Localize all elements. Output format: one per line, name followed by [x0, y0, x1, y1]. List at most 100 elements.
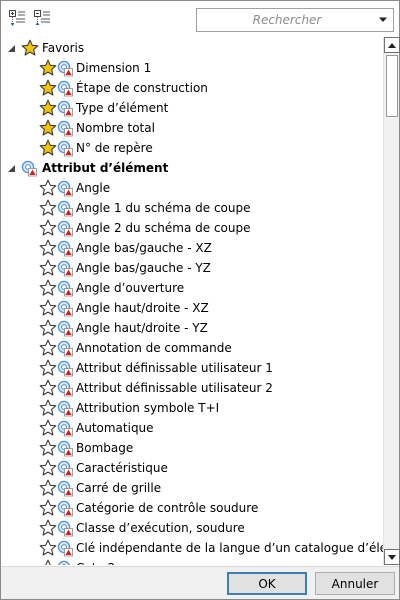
tree-item[interactable]: Angle bas/gauche - YZ	[1, 258, 383, 278]
toolbar	[1, 1, 399, 36]
star-outline-icon[interactable]	[39, 259, 57, 277]
attribute-icon	[57, 400, 74, 417]
tree-group[interactable]: Attribut d’élément	[1, 158, 383, 178]
tree-item[interactable]: Catégorie de contrôle soudure	[1, 498, 383, 518]
attribute-icon	[57, 120, 74, 137]
tree-item-label: Angle 1 du schéma de coupe	[76, 201, 251, 215]
tree-group-label: Attribut d’élément	[42, 161, 169, 175]
star-outline-icon[interactable]	[39, 339, 57, 357]
star-filled-icon[interactable]	[39, 79, 57, 97]
tree-item[interactable]: Attribut définissable utilisateur 2	[1, 378, 383, 398]
tree-item-label: Angle haut/droite - XZ	[76, 301, 209, 315]
attribute-icon	[57, 280, 74, 297]
attribute-icon	[57, 60, 74, 77]
attribute-icon	[57, 440, 74, 457]
tree-item[interactable]: Annotation de commande	[1, 338, 383, 358]
tree-item[interactable]: Caractéristique	[1, 458, 383, 478]
star-outline-icon[interactable]	[39, 559, 57, 565]
scroll-up-icon	[388, 42, 396, 48]
tree-item[interactable]: Angle bas/gauche - XZ	[1, 238, 383, 258]
scroll-thumb[interactable]	[386, 55, 398, 117]
star-outline-icon[interactable]	[39, 359, 57, 377]
star-outline-icon[interactable]	[39, 199, 57, 217]
attribute-icon	[57, 360, 74, 377]
collapse-all-button[interactable]	[32, 8, 52, 28]
star-outline-icon[interactable]	[39, 379, 57, 397]
attribute-icon	[57, 260, 74, 277]
button-bar: OK Annuler	[1, 566, 399, 599]
tree-item[interactable]: Nombre total	[1, 118, 383, 138]
tree-item-label: Bombage	[76, 441, 134, 455]
tree-group-label: Favoris	[42, 41, 85, 55]
attribute-icon	[57, 560, 74, 565]
cancel-button[interactable]: Annuler	[315, 572, 395, 595]
attribute-icon	[57, 380, 74, 397]
star-outline-icon[interactable]	[39, 479, 57, 497]
vertical-scrollbar[interactable]	[383, 37, 400, 565]
tree-item[interactable]: Type d’élément	[1, 98, 383, 118]
search-input[interactable]	[198, 10, 376, 30]
tree-item[interactable]: Angle d’ouverture	[1, 278, 383, 298]
tree-item[interactable]: Attribut définissable utilisateur 1	[1, 358, 383, 378]
tree-item[interactable]: Angle haut/droite - XZ	[1, 298, 383, 318]
star-outline-icon[interactable]	[39, 459, 57, 477]
attribute-icon	[57, 460, 74, 477]
tree-item-label: Caractéristique	[76, 461, 168, 475]
star-outline-icon[interactable]	[39, 539, 57, 557]
tree-item[interactable]: Automatique	[1, 418, 383, 438]
tree-item[interactable]: Angle haut/droite - YZ	[1, 318, 383, 338]
star-outline-icon[interactable]	[39, 179, 57, 197]
tree-item[interactable]: Carré de grille	[1, 478, 383, 498]
star-outline-icon[interactable]	[39, 439, 57, 457]
star-outline-icon[interactable]	[39, 399, 57, 417]
tree-group[interactable]: Favoris	[1, 38, 383, 58]
tree-item[interactable]: Angle 1 du schéma de coupe	[1, 198, 383, 218]
star-outline-icon[interactable]	[39, 219, 57, 237]
star-outline-icon[interactable]	[39, 279, 57, 297]
tree-item-label: Nombre total	[76, 121, 155, 135]
tree-item-label: Automatique	[76, 421, 154, 435]
tree-item-label: N° de repère	[76, 141, 153, 155]
scroll-down-button[interactable]	[384, 549, 400, 565]
tree-item[interactable]: Angle	[1, 178, 383, 198]
star-outline-icon[interactable]	[39, 519, 57, 537]
star-outline-icon[interactable]	[39, 319, 57, 337]
star-outline-icon[interactable]	[39, 299, 57, 317]
attribute-tree[interactable]: Favoris Dimension 1 Étape de construction T…	[1, 37, 383, 565]
star-filled-icon[interactable]	[39, 119, 57, 137]
expanded-arrow-icon[interactable]	[6, 163, 16, 173]
tree-item[interactable]: Bombage	[1, 438, 383, 458]
attribute-icon	[57, 80, 74, 97]
tree-item[interactable]: N° de repère	[1, 138, 383, 158]
tree-item-label: Angle bas/gauche - YZ	[76, 261, 211, 275]
attribute-icon	[57, 340, 74, 357]
chevron-down-icon[interactable]	[376, 13, 390, 27]
tree-item-label: Type d’élément	[76, 101, 169, 115]
tree-item[interactable]: Angle 2 du schéma de coupe	[1, 218, 383, 238]
expand-all-button[interactable]	[7, 8, 27, 28]
scroll-up-button[interactable]	[384, 37, 400, 53]
tree-item-label: Clé indépendante de la langue d’un catal…	[76, 541, 383, 555]
star-filled-icon[interactable]	[39, 99, 57, 117]
attribute-icon	[57, 520, 74, 537]
search-box[interactable]	[196, 8, 394, 32]
tree-item-label: Angle	[76, 181, 111, 195]
attribute-icon	[57, 200, 74, 217]
star-filled-icon[interactable]	[39, 139, 57, 157]
star-filled-icon	[21, 39, 39, 57]
tree-item[interactable]: Dimension 1	[1, 58, 383, 78]
star-outline-icon[interactable]	[39, 419, 57, 437]
tree-item[interactable]: Attribution symbole T+I	[1, 398, 383, 418]
tree-item[interactable]: Étape de construction	[1, 78, 383, 98]
star-outline-icon[interactable]	[39, 499, 57, 517]
star-outline-icon[interactable]	[39, 239, 57, 257]
tree-item-label: Carré de grille	[76, 481, 162, 495]
tree-item[interactable]: Classe d’exécution, soudure	[1, 518, 383, 538]
expanded-arrow-icon[interactable]	[6, 43, 16, 53]
attribute-icon	[57, 140, 74, 157]
star-filled-icon[interactable]	[39, 59, 57, 77]
tree-item[interactable]: Clé indépendante de la langue d’un catal…	[1, 538, 383, 558]
tree-item[interactable]: Cote 2	[1, 558, 383, 565]
tree-item-label: Angle bas/gauche - XZ	[76, 241, 212, 255]
ok-button[interactable]: OK	[227, 572, 307, 595]
